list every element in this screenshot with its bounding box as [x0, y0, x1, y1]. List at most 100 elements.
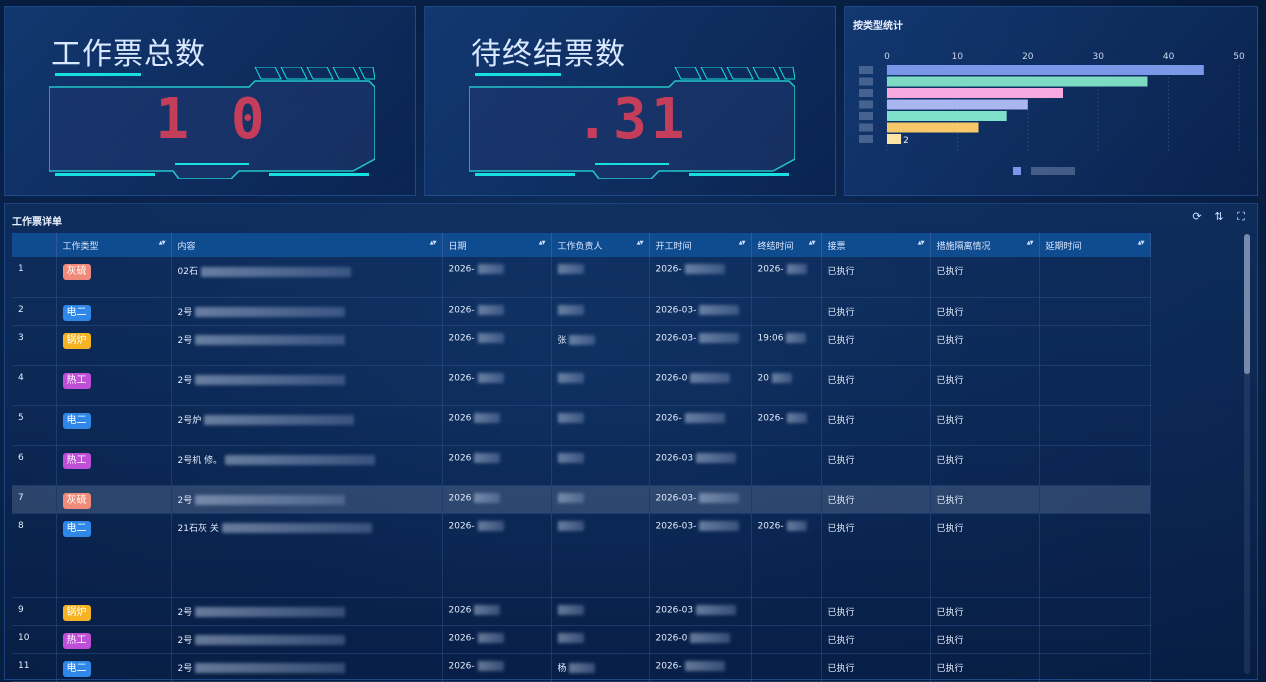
chart-category-label: [859, 135, 873, 143]
cell-accept: 已执行: [821, 513, 931, 598]
work-type-tag: 电二: [62, 412, 91, 429]
redacted-text: [474, 604, 501, 615]
cell-type: 电二: [56, 297, 172, 326]
cell-start: 2026-: [649, 257, 752, 298]
cell-date: 2026-: [442, 365, 552, 406]
chart-category-label: [859, 89, 873, 97]
redacted-text: [569, 663, 596, 673]
column-header[interactable]: 工作负责人 ▲▼: [551, 233, 650, 257]
sort-arrow-icon[interactable]: ▲▼: [159, 240, 166, 246]
ticket-table: 工作类型 ▲▼ 内容 ▲▼ 日期 ▲▼ 工作负责人 ▲▼ 开工时间 ▲▼ 终结时间 ▲▼ 接票 ▲▼ 措施隔…: [12, 233, 1151, 682]
cell-content: 2号: [171, 297, 443, 326]
cell-content: 2号: [171, 485, 443, 514]
table-row[interactable]: 1 灰硫 02石 2026- 2026- 2026- 已执行 已执行: [12, 257, 1151, 298]
cell-text: 2026-0: [655, 633, 688, 643]
cell-text: 19:06: [757, 333, 784, 343]
redacted-text: [557, 492, 584, 503]
cell-owner: [551, 625, 650, 654]
work-type-tag: 电二: [62, 660, 91, 677]
cell-date: 2026-: [442, 625, 552, 654]
cell-text: 2026-: [757, 413, 784, 423]
cell-text: 2026-03: [655, 605, 694, 615]
cell-no: 2: [12, 297, 57, 326]
cell-content: 2号机 修。: [171, 445, 443, 486]
column-header[interactable]: 开工时间 ▲▼: [649, 233, 752, 257]
sort-arrow-icon[interactable]: ▲▼: [637, 240, 644, 246]
sort-arrow-icon[interactable]: ▲▼: [1138, 240, 1145, 246]
redacted-text: [195, 607, 346, 617]
table-row[interactable]: 3 锅炉 2号 2026- 张 2026-03- 19:06 已执行 已执行: [12, 325, 1151, 366]
refresh-icon[interactable]: ⟳: [1191, 211, 1203, 223]
chart-x-tick: 20: [1022, 52, 1034, 62]
table-row[interactable]: 9 锅炉 2号 2026 2026-03 已执行 已执行: [12, 597, 1151, 626]
redacted-text: [195, 635, 346, 645]
sort-arrow-icon[interactable]: ▲▼: [739, 240, 746, 246]
cell-text: 2026-: [448, 373, 475, 383]
sort-arrow-icon[interactable]: ▲▼: [539, 240, 546, 246]
cell-start: 2026-03-: [649, 485, 752, 514]
cell-content: 2号: [171, 325, 443, 366]
table-scrollbar[interactable]: [1244, 234, 1250, 674]
column-header[interactable]: 延期时间 ▲▼: [1039, 233, 1151, 257]
column-header[interactable]: 内容 ▲▼: [171, 233, 443, 257]
chart-bar: [887, 76, 1148, 87]
sort-arrow-icon[interactable]: ▲▼: [809, 240, 816, 246]
table-row[interactable]: 6 热工 2号机 修。 2026 2026-03 已执行 已执行: [12, 445, 1151, 486]
cell-type: 电二: [56, 405, 172, 446]
table-row[interactable]: 8 电二 21石灰 关 2026- 2026-03- 2026- 已执行 已执行: [12, 513, 1151, 598]
redacted-text: [684, 264, 725, 274]
column-header[interactable]: 日期 ▲▼: [442, 233, 552, 257]
cell-no: 5: [12, 405, 57, 446]
table-row[interactable]: 7 灰硫 2号 2026 2026-03- 已执行 已执行: [12, 485, 1151, 514]
cell-text: 已执行: [936, 267, 964, 277]
sort-arrow-icon[interactable]: ▲▼: [918, 240, 925, 246]
cell-end: [751, 297, 822, 326]
cell-text: 2026: [448, 413, 472, 423]
cell-end: 19:06: [751, 325, 822, 366]
redacted-text: [557, 264, 584, 274]
cell-accept: 已执行: [821, 485, 931, 514]
cell-end: [751, 653, 822, 682]
column-header: [12, 233, 57, 257]
fullscreen-icon[interactable]: ⛶: [1235, 211, 1247, 223]
sort-arrow-icon[interactable]: ▲▼: [1027, 240, 1034, 246]
cell-text: 已执行: [936, 663, 964, 674]
cell-text: 1: [18, 264, 24, 274]
cell-text: 5: [18, 412, 24, 423]
cell-accept: 已执行: [821, 257, 931, 298]
table-row[interactable]: 2 电二 2号 2026- 2026-03- 已执行 已执行: [12, 297, 1151, 326]
sort-arrow-icon[interactable]: ▲▼: [430, 240, 437, 246]
work-type-tag: 锅炉: [62, 604, 91, 621]
cell-type: 灰硫: [56, 485, 172, 514]
cell-owner: [551, 405, 650, 446]
table-row[interactable]: 10 热工 2号 2026- 2026-0 已执行 已执行: [12, 625, 1151, 654]
cell-text: 21石灰 关: [177, 523, 219, 534]
cell-no: 7: [12, 485, 57, 514]
chart-bar: [887, 111, 1007, 121]
cell-text: 2026-: [655, 413, 682, 423]
cell-text: 2026-: [448, 333, 475, 343]
table-row[interactable]: 5 电二 2号炉 2026 2026- 2026- 已执行 已执行: [12, 405, 1151, 446]
sort-icon[interactable]: ⇅: [1213, 211, 1225, 223]
column-header[interactable]: 措施隔离情况 ▲▼: [930, 233, 1040, 257]
cell-text: 2026: [448, 605, 472, 615]
cell-start: 2026-0: [649, 625, 752, 654]
cell-text: 2026-: [448, 264, 475, 275]
cell-text: 2026-03-: [655, 493, 697, 503]
column-header-label: 工作负责人: [557, 241, 603, 252]
redacted-text: [684, 412, 725, 423]
table-row[interactable]: 4 热工 2号 2026- 2026-0 20 已执行 已执行: [12, 365, 1151, 406]
column-header[interactable]: 接票 ▲▼: [821, 233, 931, 257]
column-header[interactable]: 工作类型 ▲▼: [56, 233, 172, 257]
cell-text: 2026-03-: [655, 333, 697, 343]
redacted-text: [224, 455, 375, 465]
table-row[interactable]: 11 电二 2号 2026- 杨 2026- 已执行 已执行: [12, 653, 1151, 682]
cell-accept: 已执行: [821, 365, 931, 406]
cell-type: 锅炉: [56, 325, 172, 366]
cell-text: 已执行: [827, 523, 855, 534]
scroll-thumb[interactable]: [1244, 234, 1250, 374]
cell-text: 2026-: [448, 521, 475, 531]
cell-content: 21石灰 关: [171, 513, 443, 598]
column-header[interactable]: 终结时间 ▲▼: [751, 233, 822, 257]
cell-text: 9: [18, 604, 24, 615]
